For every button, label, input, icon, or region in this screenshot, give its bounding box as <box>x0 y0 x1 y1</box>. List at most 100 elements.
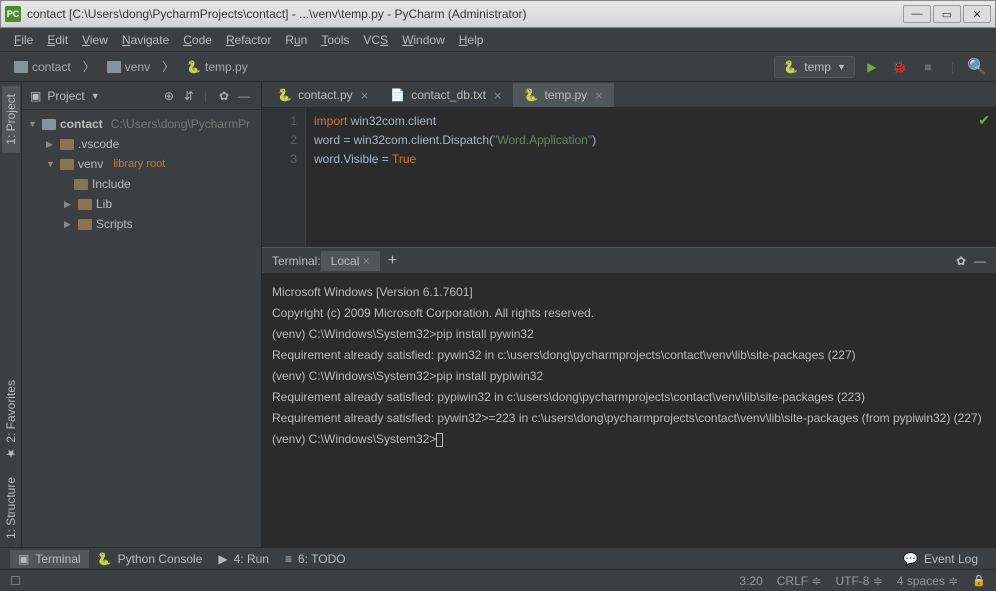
stop-button[interactable]: ■ <box>917 56 939 78</box>
tool-terminal[interactable]: ▣Terminal <box>10 550 89 568</box>
folder-icon <box>78 219 92 230</box>
locate-button[interactable]: ⊕ <box>160 87 178 105</box>
maximize-button[interactable]: ▭ <box>933 5 961 23</box>
chevron-icon: 〉 <box>77 56 101 77</box>
python-icon: 🐍 <box>783 60 798 74</box>
menu-help[interactable]: Help <box>453 31 490 49</box>
left-gutter: 1: Project ★2: Favorites 1: Structure <box>0 82 22 547</box>
debug-button[interactable]: 🐞 <box>889 56 911 78</box>
balloon-icon: 💬 <box>903 552 918 566</box>
collapse-button[interactable]: ⇵ <box>180 87 198 105</box>
folder-icon <box>60 159 74 170</box>
terminal-settings-button[interactable]: ✿ <box>956 254 966 268</box>
terminal-hide-button[interactable]: — <box>974 254 986 268</box>
folder-icon <box>74 179 88 190</box>
chevron-down-icon: ▼ <box>91 91 100 101</box>
chevron-icon: 〉 <box>156 56 180 77</box>
close-icon[interactable]: × <box>363 254 370 268</box>
tool-todo[interactable]: ≡6: TODO <box>277 550 354 568</box>
new-terminal-button[interactable]: + <box>388 252 397 270</box>
code-editor[interactable]: 1 2 3 import win32com.clientword = win32… <box>262 108 996 247</box>
close-button[interactable]: ✕ <box>963 5 991 23</box>
hide-button[interactable]: — <box>235 87 253 105</box>
search-button[interactable]: 🔍 <box>966 56 988 78</box>
run-button[interactable]: ▶ <box>861 56 883 78</box>
close-icon[interactable]: × <box>361 88 369 103</box>
editor-zone: 🐍contact.py× 📄contact_db.txt× 🐍temp.py× … <box>262 82 996 547</box>
statusbar: ☐ 3:20 CRLF ≑ UTF-8 ≑ 4 spaces ≑ 🔒 <box>0 569 996 591</box>
tree-item-scripts[interactable]: ▶Scripts <box>22 214 261 234</box>
breadcrumb-file[interactable]: 🐍temp.py <box>180 58 254 76</box>
line-gutter: 1 2 3 <box>262 108 306 247</box>
project-tree[interactable]: ▼contactC:\Users\dong\PycharmPr ▶.vscode… <box>22 110 261 238</box>
menu-vcs[interactable]: VCS <box>357 31 394 49</box>
minimize-button[interactable]: — <box>903 5 931 23</box>
menu-file[interactable]: File <box>8 31 39 49</box>
code-area[interactable]: import win32com.clientword = win32com.cl… <box>306 108 996 247</box>
menubar: File Edit View Navigate Code Refactor Ru… <box>0 28 996 52</box>
tool-event-log[interactable]: 💬Event Log <box>895 550 986 568</box>
tree-root[interactable]: ▼contactC:\Users\dong\PycharmPr <box>22 114 261 134</box>
folder-icon <box>78 199 92 210</box>
menu-code[interactable]: Code <box>177 31 218 49</box>
folder-icon <box>42 119 56 130</box>
tool-run[interactable]: ▶4: Run <box>210 550 277 568</box>
menu-refactor[interactable]: Refactor <box>220 31 277 49</box>
terminal-icon: ▣ <box>18 552 29 566</box>
python-icon: 🐍 <box>186 60 201 74</box>
main-area: 1: Project ★2: Favorites 1: Structure ▣P… <box>0 82 996 547</box>
tab-temp-py[interactable]: 🐍temp.py× <box>513 83 614 107</box>
run-icon: ▶ <box>218 552 227 566</box>
breadcrumb-venv[interactable]: venv <box>101 58 156 76</box>
tool-tab-favorites[interactable]: ★2: Favorites <box>2 372 20 469</box>
project-pane: ▣Project▼ ⊕ ⇵ | ✿ — ▼contactC:\Users\don… <box>22 82 262 547</box>
close-icon[interactable]: × <box>595 88 603 103</box>
encoding[interactable]: UTF-8 ≑ <box>835 574 882 588</box>
menu-tools[interactable]: Tools <box>315 31 355 49</box>
tree-item-lib[interactable]: ▶Lib <box>22 194 261 214</box>
line-ending[interactable]: CRLF ≑ <box>777 574 822 588</box>
terminal-body[interactable]: Microsoft Windows [Version 6.1.7601]Copy… <box>262 274 996 547</box>
tool-tab-project[interactable]: 1: Project <box>2 86 20 153</box>
window-title: contact [C:\Users\dong\PycharmProjects\c… <box>27 7 903 21</box>
menu-edit[interactable]: Edit <box>41 31 74 49</box>
breadcrumb-root[interactable]: contact <box>8 58 77 76</box>
tool-tab-structure[interactable]: 1: Structure <box>2 469 20 547</box>
tab-contact-py[interactable]: 🐍contact.py× <box>266 83 379 107</box>
tool-python-console[interactable]: 🐍Python Console <box>89 550 211 568</box>
folder-icon <box>14 61 28 73</box>
status-icon[interactable]: ☐ <box>10 574 21 588</box>
indent[interactable]: 4 spaces ≑ <box>897 574 958 588</box>
run-config-selector[interactable]: 🐍temp▼ <box>774 56 855 78</box>
pycharm-icon: PC <box>5 6 21 22</box>
titlebar: PC contact [C:\Users\dong\PycharmProject… <box>0 0 996 28</box>
terminal-pane: Terminal: Local × + ✿ — Microsoft Window… <box>262 247 996 547</box>
inspection-ok-icon[interactable]: ✔ <box>978 112 990 129</box>
project-pane-header: ▣Project▼ ⊕ ⇵ | ✿ — <box>22 82 261 110</box>
menu-view[interactable]: View <box>76 31 114 49</box>
tree-item-include[interactable]: Include <box>22 174 261 194</box>
close-icon[interactable]: × <box>494 88 502 103</box>
tree-item-vscode[interactable]: ▶.vscode <box>22 134 261 154</box>
menu-navigate[interactable]: Navigate <box>116 31 175 49</box>
terminal-header: Terminal: Local × + ✿ — <box>262 248 996 274</box>
lock-icon[interactable]: 🔒 <box>972 574 986 588</box>
tree-item-venv[interactable]: ▼venvlibrary root <box>22 154 261 174</box>
navbar: contact 〉 venv 〉 🐍temp.py 🐍temp▼ ▶ 🐞 ■ |… <box>0 52 996 82</box>
python-icon: 🐍 <box>97 552 112 566</box>
menu-run[interactable]: Run <box>279 31 313 49</box>
terminal-label: Terminal: <box>272 254 321 268</box>
settings-button[interactable]: ✿ <box>215 87 233 105</box>
project-view-selector[interactable]: ▣Project▼ <box>30 89 158 103</box>
tab-contact-db[interactable]: 📄contact_db.txt× <box>379 83 512 107</box>
todo-icon: ≡ <box>285 552 292 566</box>
editor-tabs: 🐍contact.py× 📄contact_db.txt× 🐍temp.py× <box>262 82 996 108</box>
menu-window[interactable]: Window <box>396 31 451 49</box>
folder-icon <box>107 61 121 73</box>
python-icon: 🐍 <box>277 88 292 102</box>
project-icon: ▣ <box>30 89 41 103</box>
text-file-icon: 📄 <box>390 88 405 102</box>
terminal-tab-local[interactable]: Local × <box>321 251 380 271</box>
folder-icon <box>60 139 74 150</box>
cursor-position[interactable]: 3:20 <box>739 574 762 588</box>
